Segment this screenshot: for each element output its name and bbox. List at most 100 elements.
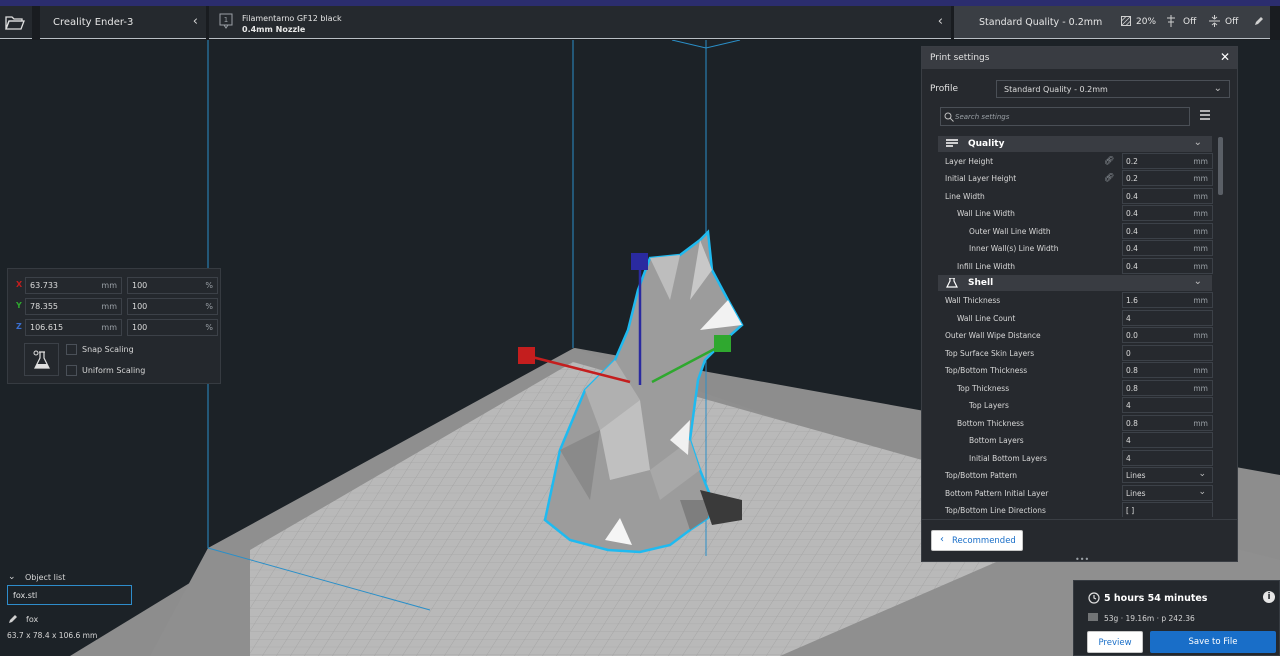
link-icon[interactable]: 🔗︎ bbox=[1104, 173, 1114, 182]
infill-icon bbox=[1121, 16, 1131, 26]
category-shell[interactable]: Shell ⌄ bbox=[938, 275, 1212, 291]
setting-value-field[interactable]: 0.8 mm bbox=[1122, 362, 1213, 378]
file-name-value: fox.stl bbox=[13, 591, 38, 600]
settings-scrollbar[interactable] bbox=[1218, 137, 1223, 195]
recommended-label: Recommended bbox=[952, 536, 1016, 546]
lock-model-button[interactable] bbox=[24, 343, 59, 376]
setting-row[interactable]: Bottom Pattern Initial Layer Lines ⌄ bbox=[938, 485, 1214, 502]
divider bbox=[922, 519, 1237, 520]
setting-value: 1.6 bbox=[1126, 296, 1138, 305]
object-name[interactable]: fox bbox=[26, 615, 38, 624]
uniform-scaling-checkbox[interactable] bbox=[66, 365, 77, 376]
svg-text:1: 1 bbox=[224, 16, 228, 24]
setting-value-field[interactable]: 1.6 mm bbox=[1122, 292, 1213, 308]
setting-row[interactable]: Top Layers 4 bbox=[938, 397, 1214, 414]
setting-row[interactable]: Initial Layer Height 🔗︎ 0.2 mm bbox=[938, 170, 1214, 187]
setting-value-field[interactable]: 4 bbox=[1122, 310, 1213, 326]
preview-button[interactable]: Preview bbox=[1087, 631, 1143, 653]
setting-value-field[interactable]: 0.8 mm bbox=[1122, 380, 1213, 396]
object-list-title[interactable]: Object list bbox=[25, 573, 65, 582]
z-size-field[interactable]: 106.615 mm bbox=[25, 319, 122, 336]
setting-row[interactable]: Top/Bottom Line Directions [ ] bbox=[938, 502, 1214, 517]
setting-value: [ ] bbox=[1126, 506, 1135, 515]
setting-label: Top Thickness bbox=[957, 384, 1010, 393]
z-percent-field[interactable]: 100 % bbox=[127, 319, 218, 336]
quality-icon bbox=[946, 139, 958, 147]
setting-value-field[interactable]: 0.4 mm bbox=[1122, 188, 1213, 204]
y-axis-cube[interactable] bbox=[714, 335, 731, 352]
clock-icon bbox=[1088, 592, 1100, 604]
setting-row[interactable]: Bottom Thickness 0.8 mm bbox=[938, 415, 1214, 432]
category-quality[interactable]: Quality ⌄ bbox=[938, 136, 1212, 152]
setting-value-field[interactable]: 0.4 mm bbox=[1122, 205, 1213, 221]
save-to-file-button[interactable]: Save to File bbox=[1150, 631, 1276, 653]
setting-value: 4 bbox=[1126, 314, 1131, 323]
close-icon[interactable]: ✕ bbox=[1220, 50, 1230, 64]
setting-value-field[interactable]: 4 bbox=[1122, 432, 1213, 448]
printer-selector[interactable]: Creality Ender-3 ‹ bbox=[40, 6, 206, 39]
setting-label: Initial Layer Height bbox=[945, 174, 1017, 183]
setting-unit: mm bbox=[1193, 384, 1208, 393]
x-percent-unit: % bbox=[205, 281, 213, 290]
setting-row[interactable]: Top/Bottom Thickness 0.8 mm bbox=[938, 362, 1214, 379]
setting-row[interactable]: Wall Line Width 0.4 mm bbox=[938, 205, 1214, 222]
setting-row[interactable]: Inner Wall(s) Line Width 0.4 mm bbox=[938, 240, 1214, 257]
x-percent-value: 100 bbox=[132, 281, 148, 290]
setting-row[interactable]: Top/Bottom Pattern Lines ⌄ bbox=[938, 467, 1214, 484]
setting-dropdown[interactable]: Lines ⌄ bbox=[1122, 467, 1213, 483]
file-name-field[interactable]: fox.stl bbox=[7, 585, 132, 605]
setting-value-field[interactable]: 0.2 mm bbox=[1122, 170, 1213, 186]
setting-dropdown[interactable]: Lines ⌄ bbox=[1122, 485, 1213, 501]
z-axis-cube[interactable] bbox=[631, 253, 648, 270]
setting-value-field[interactable]: 4 bbox=[1122, 397, 1213, 413]
y-axis-label: Y bbox=[16, 301, 22, 310]
setting-unit: mm bbox=[1193, 244, 1208, 253]
profile-value: Standard Quality - 0.2mm bbox=[1004, 85, 1108, 94]
setting-value-field[interactable]: 4 bbox=[1122, 450, 1213, 466]
resize-handle[interactable]: ••• bbox=[1075, 555, 1089, 564]
setting-row[interactable]: Outer Wall Wipe Distance 0.0 mm bbox=[938, 327, 1214, 344]
setting-value-field[interactable]: 0.4 mm bbox=[1122, 240, 1213, 256]
settings-search-input[interactable]: Search settings bbox=[940, 107, 1190, 126]
setting-row[interactable]: Line Width 0.4 mm bbox=[938, 188, 1214, 205]
support-icon bbox=[1167, 15, 1175, 27]
x-axis-cube[interactable] bbox=[518, 347, 535, 364]
y-size-field[interactable]: 78.355 mm bbox=[25, 298, 122, 315]
x-percent-field[interactable]: 100 % bbox=[127, 277, 218, 294]
settings-list: Quality ⌄ Layer Height 🔗︎ 0.2 mm Initial … bbox=[938, 135, 1214, 517]
setting-row[interactable]: Initial Bottom Layers 4 bbox=[938, 450, 1214, 467]
setting-row[interactable]: Top Surface Skin Layers 0 bbox=[938, 345, 1214, 362]
material-selector[interactable]: 1 Filamentarno GF12 black 0.4mm Nozzle ‹ bbox=[209, 6, 951, 39]
setting-row[interactable]: Wall Line Count 4 bbox=[938, 310, 1214, 327]
setting-value-field[interactable]: 0.2 mm bbox=[1122, 153, 1213, 169]
open-file-button[interactable] bbox=[0, 6, 32, 39]
setting-row[interactable]: Layer Height 🔗︎ 0.2 mm bbox=[938, 153, 1214, 170]
top-bar: Creality Ender-3 ‹ 1 Filamentarno GF12 b… bbox=[0, 0, 1280, 40]
setting-row[interactable]: Outer Wall Line Width 0.4 mm bbox=[938, 223, 1214, 240]
setting-row[interactable]: Top Thickness 0.8 mm bbox=[938, 380, 1214, 397]
setting-value-field[interactable]: 0.8 mm bbox=[1122, 415, 1213, 431]
z-size-unit: mm bbox=[101, 323, 117, 332]
setting-row[interactable]: Wall Thickness 1.6 mm bbox=[938, 292, 1214, 309]
info-icon[interactable]: i bbox=[1263, 591, 1275, 603]
chevron-down-icon: ⌄ bbox=[1193, 137, 1202, 148]
setting-value-field[interactable]: 0 bbox=[1122, 345, 1213, 361]
setting-value-field[interactable]: [ ] bbox=[1122, 502, 1213, 517]
setting-row[interactable]: Bottom Layers 4 bbox=[938, 432, 1214, 449]
profile-dropdown[interactable]: Standard Quality - 0.2mm ⌄ bbox=[996, 80, 1230, 98]
snap-scaling-checkbox[interactable] bbox=[66, 344, 77, 355]
infill-value: 20% bbox=[1136, 17, 1157, 27]
print-time: 5 hours 54 minutes bbox=[1104, 593, 1208, 604]
setting-value-field[interactable]: 0.4 mm bbox=[1122, 258, 1213, 274]
x-size-field[interactable]: 63.733 mm bbox=[25, 277, 122, 294]
quality-summary[interactable]: Standard Quality - 0.2mm 20% Off Off bbox=[954, 6, 1270, 39]
link-icon[interactable]: 🔗︎ bbox=[1104, 156, 1114, 165]
setting-value-field[interactable]: 0.0 mm bbox=[1122, 327, 1213, 343]
recommended-button[interactable]: ‹ Recommended bbox=[931, 530, 1023, 551]
chevron-down-icon[interactable]: ⌄ bbox=[8, 572, 16, 582]
setting-value: 0.8 bbox=[1126, 366, 1138, 375]
setting-value-field[interactable]: 0.4 mm bbox=[1122, 223, 1213, 239]
setting-row[interactable]: Infill Line Width 0.4 mm bbox=[938, 258, 1214, 275]
y-percent-field[interactable]: 100 % bbox=[127, 298, 218, 315]
settings-menu-icon[interactable] bbox=[1200, 109, 1210, 121]
